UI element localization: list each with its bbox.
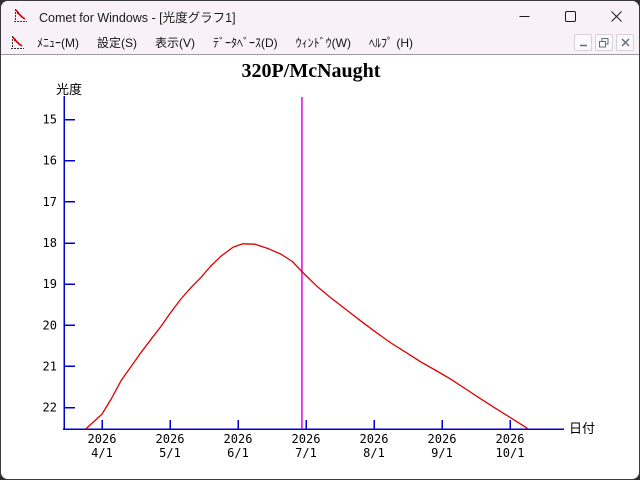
svg-text:2026: 2026 xyxy=(156,432,185,446)
svg-text:4/1: 4/1 xyxy=(91,446,113,460)
mdi-close-button[interactable] xyxy=(616,34,634,51)
mdi-window-controls xyxy=(574,34,634,51)
svg-text:2026: 2026 xyxy=(224,432,253,446)
svg-text:22: 22 xyxy=(43,401,57,415)
minimize-icon xyxy=(519,15,529,17)
mdi-close-icon xyxy=(621,38,629,47)
svg-text:20: 20 xyxy=(43,318,57,332)
svg-text:7/1: 7/1 xyxy=(295,446,317,460)
svg-text:15: 15 xyxy=(43,113,57,127)
svg-text:2026: 2026 xyxy=(292,432,321,446)
svg-text:19: 19 xyxy=(43,277,57,291)
svg-text:2026: 2026 xyxy=(360,432,389,446)
svg-text:17: 17 xyxy=(43,195,57,209)
mdi-child-icon xyxy=(11,35,24,49)
menu-bar: ﾒﾆｭｰ(M) 設定(S) 表示(V) ﾃﾞｰﾀﾍﾞｰｽ(D) ｳｨﾝﾄﾞｳ(W… xyxy=(1,31,639,55)
svg-text:5/1: 5/1 xyxy=(159,446,181,460)
light-curve-plot: 151617181920212220264/120265/120266/1202… xyxy=(43,96,564,460)
maximize-icon xyxy=(564,10,576,22)
y-axis-label: 光度 xyxy=(56,82,83,97)
app-window: Comet for Windows - [光度グラフ1] ﾒﾆｭｰ(M) 設定(… xyxy=(0,0,640,480)
window-controls xyxy=(501,1,639,31)
menu-item-menu[interactable]: ﾒﾆｭｰ(M) xyxy=(30,32,86,53)
menu-item-view[interactable]: 表示(V) xyxy=(148,32,202,53)
svg-text:9/1: 9/1 xyxy=(431,446,453,460)
svg-text:18: 18 xyxy=(43,236,57,250)
svg-text:2026: 2026 xyxy=(88,432,117,446)
svg-text:8/1: 8/1 xyxy=(363,446,385,460)
svg-text:10/1: 10/1 xyxy=(496,446,525,460)
close-button[interactable] xyxy=(593,1,639,31)
menu-item-help[interactable]: ﾍﾙﾌﾟ (H) xyxy=(362,32,420,53)
svg-text:6/1: 6/1 xyxy=(227,446,249,460)
chart-title: 320P/McNaught xyxy=(241,60,381,82)
menu-item-settings[interactable]: 設定(S) xyxy=(90,32,144,53)
menu-item-window[interactable]: ｳｨﾝﾄﾞｳ(W) xyxy=(289,32,358,53)
mdi-restore-button[interactable] xyxy=(595,34,613,51)
title-bar: Comet for Windows - [光度グラフ1] xyxy=(1,1,639,31)
mdi-restore-icon xyxy=(599,37,609,47)
svg-text:16: 16 xyxy=(43,154,57,168)
svg-text:2026: 2026 xyxy=(496,432,525,446)
chart-area: 15 16 17 18 19 20 21 22 2026 4/1 2026 5/1 2026 6/1 202… xyxy=(1,55,639,479)
window-title: Comet for Windows - [光度グラフ1] xyxy=(39,10,236,25)
mdi-minimize-icon xyxy=(579,44,587,47)
svg-text:2026: 2026 xyxy=(428,432,457,446)
minimize-button[interactable] xyxy=(501,1,547,31)
menu-item-database[interactable]: ﾃﾞｰﾀﾍﾞｰｽ(D) xyxy=(206,32,285,53)
svg-text:21: 21 xyxy=(43,359,57,373)
close-icon xyxy=(610,10,622,22)
app-icon xyxy=(14,9,27,22)
x-axis-label: 日付 xyxy=(569,421,596,436)
maximize-button[interactable] xyxy=(547,1,593,31)
mdi-minimize-button[interactable] xyxy=(574,34,592,51)
